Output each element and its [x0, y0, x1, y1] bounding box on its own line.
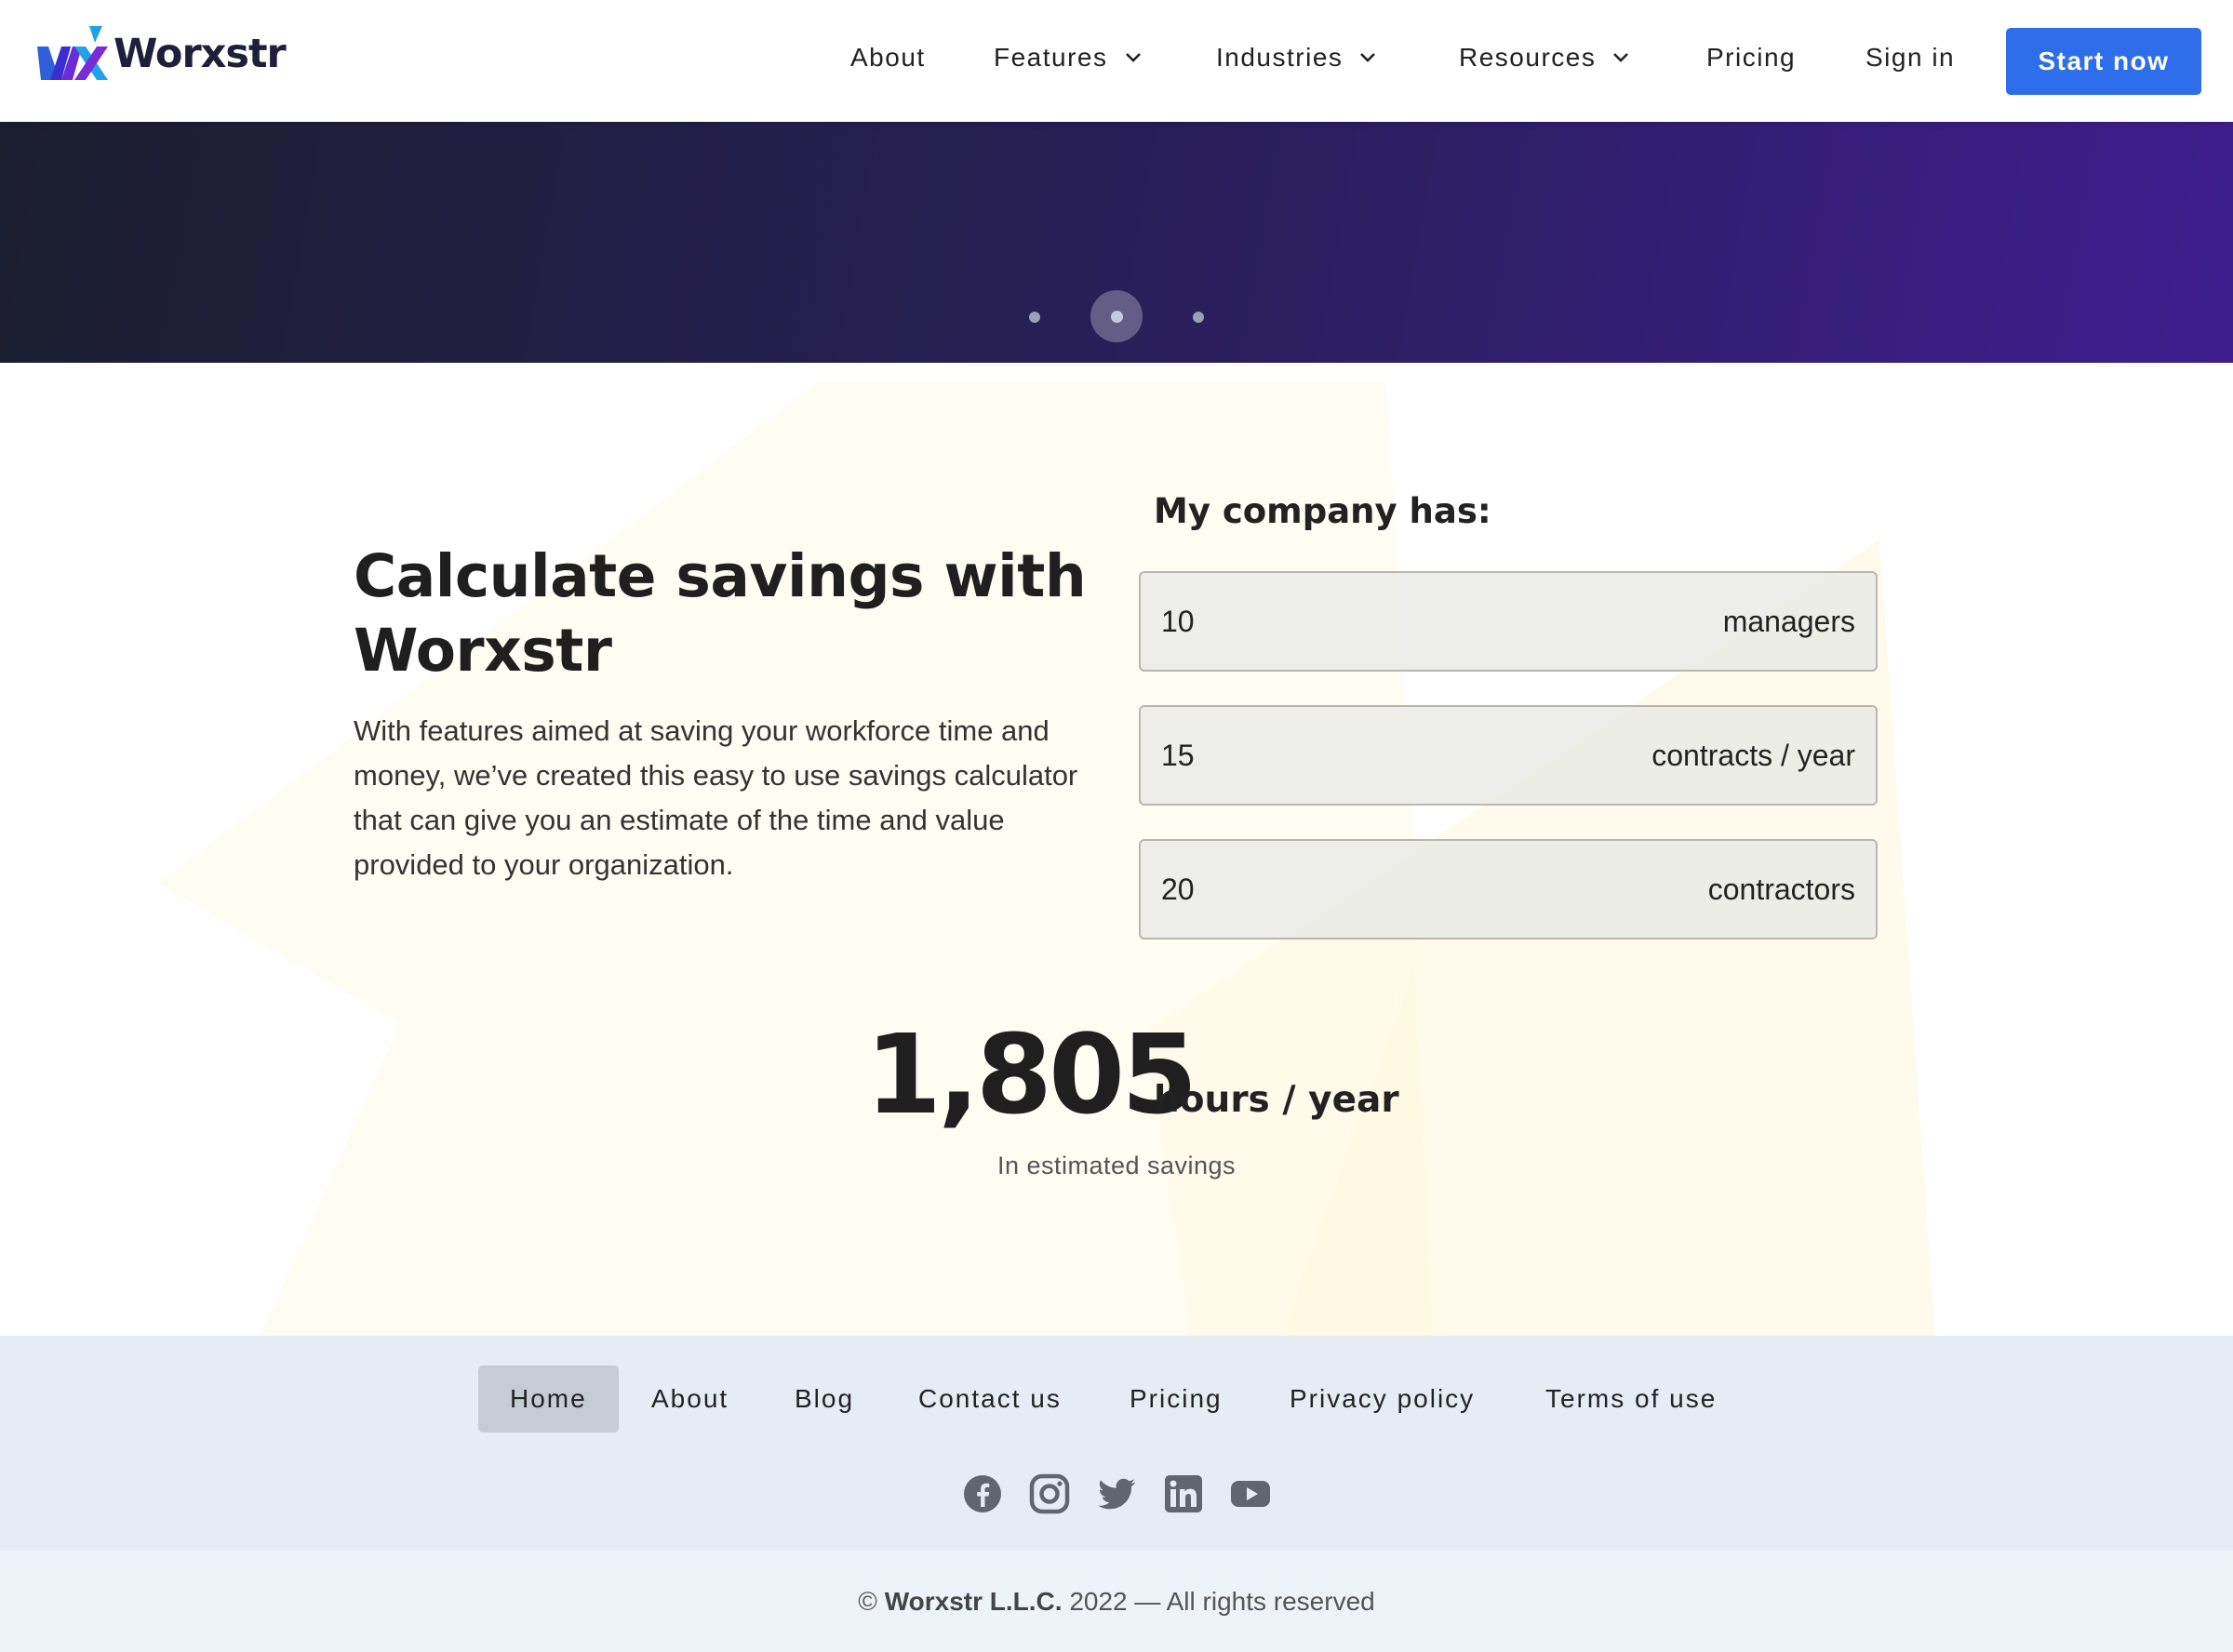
contractors-field[interactable]: 20 contractors: [1139, 839, 1878, 939]
contracts-field[interactable]: 15 contracts / year: [1139, 705, 1878, 806]
nav-industries-label: Industries: [1216, 43, 1344, 72]
calculator-title: Calculate savings with Worxstr: [354, 542, 1087, 685]
footer-link-pricing[interactable]: Pricing: [1130, 1366, 1223, 1432]
nav-sign-in-label: Sign in: [1865, 43, 1956, 72]
site-header: Worxstr About Features Industries Resour…: [0, 0, 2233, 122]
nav-resources-label: Resources: [1459, 43, 1597, 72]
contracts-unit: contracts / year: [1651, 738, 1855, 772]
managers-value[interactable]: 10: [1161, 605, 1195, 639]
footer-link-contact[interactable]: Contact us: [918, 1366, 1062, 1432]
managers-field[interactable]: 10 managers: [1139, 571, 1878, 672]
chevron-down-icon: [1125, 53, 1141, 62]
linkedin-icon[interactable]: [1163, 1473, 1204, 1514]
worxstr-logo-icon: [37, 26, 108, 80]
carousel-dot-2: [1111, 311, 1123, 323]
youtube-icon[interactable]: [1230, 1473, 1271, 1514]
brand-name: Worxstr: [114, 31, 287, 77]
copyright-company: Worxstr L.L.C.: [884, 1586, 1063, 1616]
nav-resources[interactable]: Resources: [1459, 43, 1629, 73]
twitter-icon[interactable]: [1096, 1473, 1137, 1514]
footer-link-blog[interactable]: Blog: [795, 1366, 854, 1432]
start-now-button[interactable]: Start now: [2006, 28, 2201, 95]
footer-link-about[interactable]: About: [651, 1366, 729, 1432]
managers-unit: managers: [1722, 604, 1855, 638]
chevron-down-icon: [1613, 53, 1629, 62]
copyright-bar: © Worxstr L.L.C. 2022 — All rights reser…: [0, 1551, 2233, 1652]
hero-banner: [0, 122, 2233, 363]
nav-sign-in[interactable]: Sign in: [1865, 43, 1955, 73]
copyright-symbol: ©: [858, 1586, 877, 1616]
contracts-value[interactable]: 15: [1161, 739, 1195, 773]
nav-pricing-label: Pricing: [1706, 43, 1797, 72]
nav-about-label: About: [850, 43, 926, 72]
contractors-unit: contractors: [1707, 872, 1855, 906]
calculator-description: With features aimed at saving your workf…: [354, 714, 1078, 881]
footer-link-terms[interactable]: Terms of use: [1545, 1366, 1717, 1432]
brand-logo[interactable]: Worxstr: [37, 26, 287, 82]
chevron-down-icon: [1360, 53, 1376, 62]
footer-nav: Home About Blog Contact us Pricing Priva…: [0, 1336, 2233, 1551]
copyright-text: 2022 — All rights reserved: [1069, 1586, 1375, 1616]
background-decoration: [158, 381, 1935, 1336]
footer-link-home[interactable]: Home: [478, 1366, 619, 1432]
savings-caption: In estimated savings: [996, 1152, 1237, 1179]
savings-calculator-section: Calculate savings with Worxstr With feat…: [0, 363, 2233, 1336]
nav-features[interactable]: Features: [994, 43, 1142, 73]
nav-pricing[interactable]: Pricing: [1706, 43, 1796, 73]
carousel-dot-3[interactable]: [1193, 312, 1204, 323]
instagram-icon[interactable]: [1029, 1473, 1070, 1514]
savings-value: 1,805: [865, 1010, 1197, 1139]
facebook-icon[interactable]: [962, 1473, 1003, 1514]
carousel-dot-1[interactable]: [1029, 312, 1040, 323]
nav-features-label: Features: [994, 43, 1108, 72]
nav-about[interactable]: About: [850, 43, 926, 73]
savings-unit: hours / year: [1154, 1079, 1399, 1121]
nav-industries[interactable]: Industries: [1216, 43, 1376, 73]
contractors-value[interactable]: 20: [1161, 873, 1195, 907]
footer-link-privacy[interactable]: Privacy policy: [1290, 1366, 1475, 1432]
company-label: My company has:: [1154, 491, 1491, 531]
